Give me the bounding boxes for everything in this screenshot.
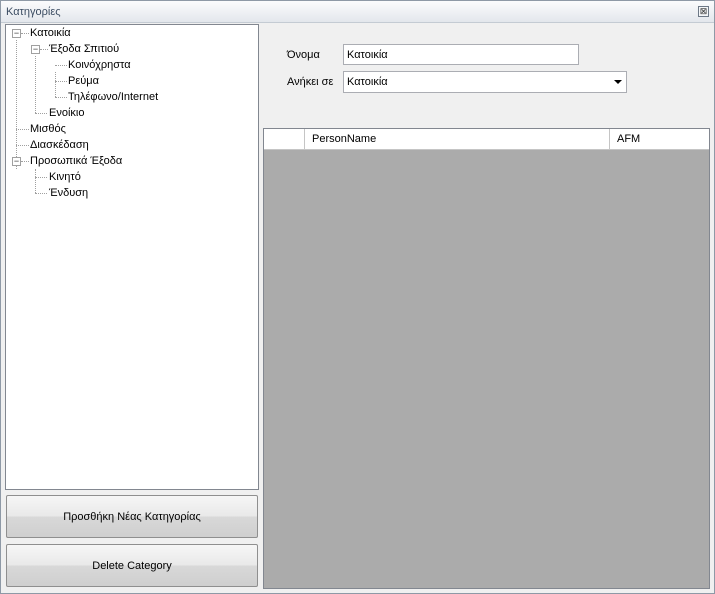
category-tree[interactable]: − − − Κατοικία Έξοδα Σπιτιού Κοινόχρηστα… [5,24,259,490]
tree-line [55,97,67,98]
belongs-to-value: Κατοικία [347,76,388,88]
tree-node-revma[interactable]: Ρεύμα [68,73,99,89]
minus-toggle-icon[interactable]: − [12,157,21,166]
chevron-down-icon[interactable] [614,80,622,84]
minus-toggle-icon[interactable]: − [12,29,21,38]
tree-line [16,40,17,169]
minus-toggle-icon[interactable]: − [31,45,40,54]
tree-line [16,129,29,130]
name-field[interactable] [343,44,579,65]
tree-node-eksoda-spitiou[interactable]: Έξοδα Σπιτιού [49,41,119,57]
window-title: Κατηγορίες [6,6,61,18]
tree-line [21,161,29,162]
tree-line [16,145,29,146]
belongs-to-label: Ανήκει σε [287,76,334,88]
close-icon[interactable]: ⊠ [698,6,709,17]
tree-line [35,193,47,194]
tree-node-katoikia[interactable]: Κατοικία [30,25,71,41]
tree-node-diaskedasi[interactable]: Διασκέδαση [30,137,89,153]
tree-line [55,81,67,82]
tree-line [40,49,48,50]
tree-line [35,56,36,113]
tree-line [55,65,67,66]
tree-node-tilefono-internet[interactable]: Τηλέφωνο/Internet [68,89,158,105]
tree-line [55,72,56,97]
persons-grid[interactable]: PersonName AFM [263,128,710,589]
add-category-button[interactable]: Προσθήκη Νέας Κατηγορίας [6,495,258,538]
tree-node-koinoxrista[interactable]: Κοινόχρηστα [68,57,131,73]
tree-node-enoikio[interactable]: Ενοίκιο [49,105,84,121]
tree-node-misthos[interactable]: Μισθός [30,121,66,137]
tree-line [35,177,47,178]
name-label: Όνομα [287,49,320,61]
tree-node-prosopika-eksoda[interactable]: Προσωπικά Έξοδα [30,153,122,169]
tree-line [21,33,29,34]
tree-node-endysi[interactable]: Ένδυση [49,185,88,201]
column-header-afm[interactable]: AFM [610,129,709,149]
title-bar: Κατηγορίες ⊠ [1,1,714,23]
tree-line [35,113,47,114]
row-header-cell[interactable] [264,129,305,149]
tree-line [35,169,36,193]
grid-header: PersonName AFM [264,129,709,150]
column-header-personname[interactable]: PersonName [305,129,610,149]
belongs-to-select[interactable]: Κατοικία [343,71,627,93]
tree-node-kinito[interactable]: Κινητό [49,169,81,185]
delete-category-button[interactable]: Delete Category [6,544,258,587]
